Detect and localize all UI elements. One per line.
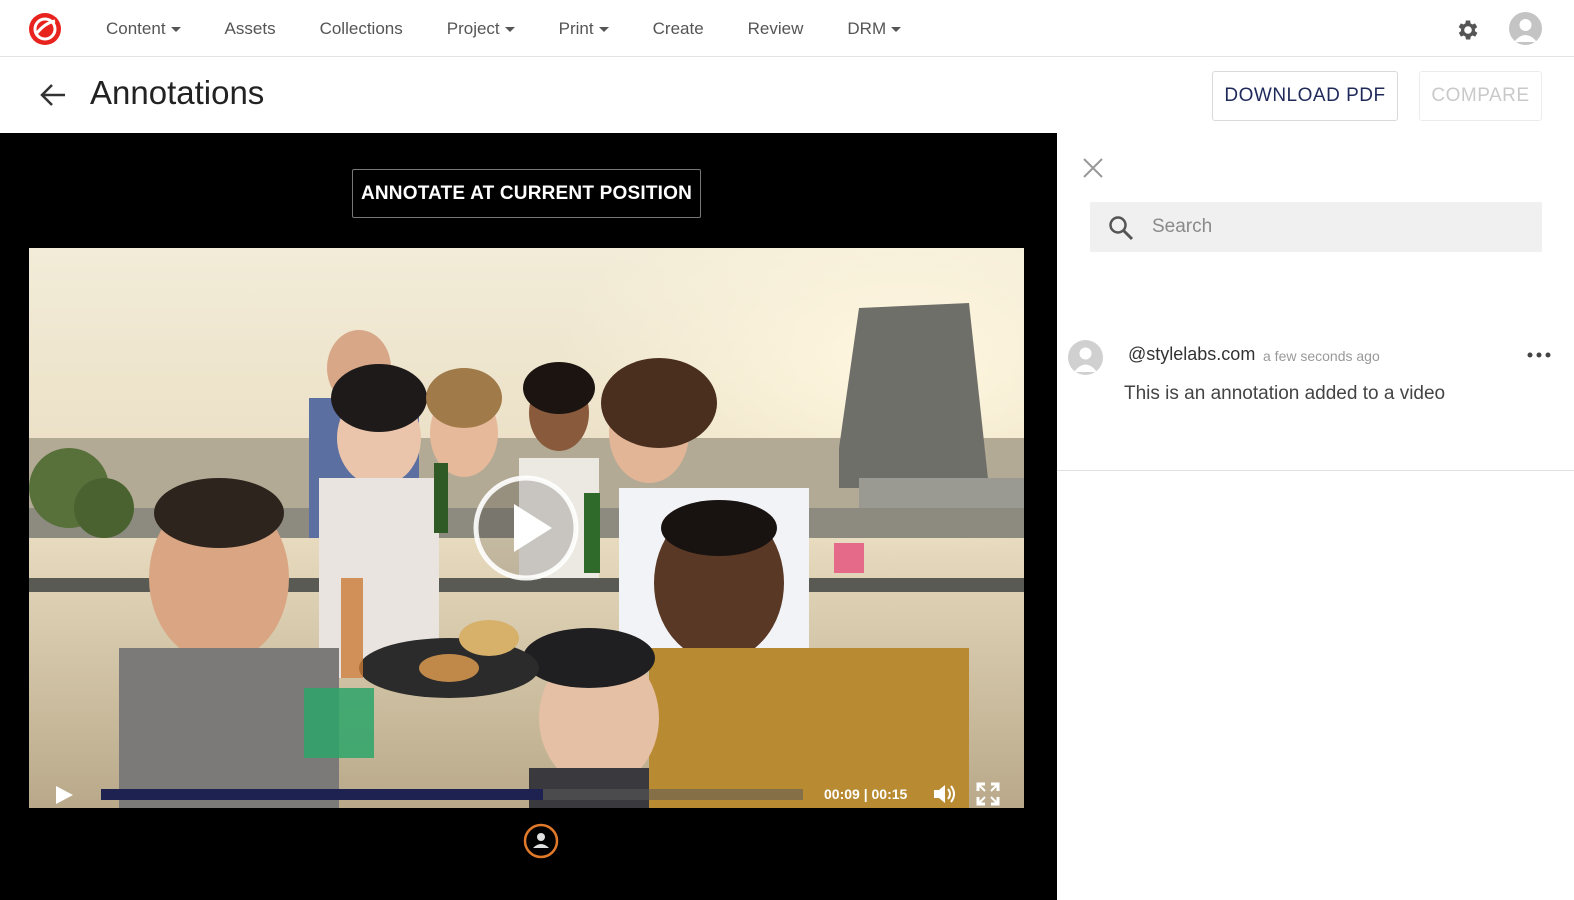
video-stage: ANNOTATE AT CURRENT POSITION 00:09 | 00:… bbox=[0, 133, 1057, 900]
user-avatar-icon[interactable] bbox=[1509, 12, 1542, 45]
nav-item-collections[interactable]: Collections bbox=[320, 19, 403, 39]
fullscreen-icon[interactable] bbox=[976, 782, 1000, 806]
close-icon[interactable] bbox=[1082, 157, 1104, 179]
search-box bbox=[1090, 202, 1542, 252]
page-header: Annotations DOWNLOAD PDF COMPARE bbox=[0, 57, 1574, 133]
nav-item-label: Create bbox=[652, 18, 704, 38]
nav-item-drm[interactable]: DRM bbox=[847, 18, 902, 39]
time-display: 00:09 | 00:15 bbox=[824, 786, 908, 802]
comment-author[interactable]: @stylelabs.com bbox=[1128, 344, 1255, 365]
play-overlay-icon[interactable] bbox=[472, 474, 580, 582]
nav-item-label: Collections bbox=[319, 18, 403, 38]
main-menu: Content Assets Collections Project Print Crea… bbox=[84, 0, 923, 57]
brand-logo-icon[interactable] bbox=[28, 12, 62, 46]
annotate-at-current-position-button[interactable]: ANNOTATE AT CURRENT POSITION bbox=[352, 169, 701, 218]
progress-bar[interactable] bbox=[101, 789, 803, 800]
download-pdf-button[interactable]: DOWNLOAD PDF bbox=[1212, 71, 1398, 121]
nav-item-review[interactable]: Review bbox=[748, 19, 804, 39]
comment-timestamp: a few seconds ago bbox=[1263, 348, 1380, 364]
comment-text: This is an annotation added to a video bbox=[1124, 383, 1446, 404]
annotation-marker-icon[interactable] bbox=[523, 823, 559, 859]
nav-item-label: Review bbox=[747, 18, 804, 38]
nav-item-label: Content bbox=[106, 18, 166, 38]
progress-fill bbox=[101, 789, 544, 800]
annotations-panel: @stylelabs.com a few seconds ago This is… bbox=[1057, 133, 1574, 900]
nav-item-assets[interactable]: Assets bbox=[225, 19, 276, 39]
video-player[interactable]: 00:09 | 00:15 bbox=[29, 248, 1024, 808]
caret-down-icon bbox=[170, 27, 181, 32]
nav-item-label: DRM bbox=[847, 18, 887, 38]
nav-item-create[interactable]: Create bbox=[653, 19, 704, 39]
nav-item-project[interactable]: Project bbox=[447, 19, 515, 39]
video-controls: 00:09 | 00:15 bbox=[29, 778, 1024, 808]
caret-down-icon bbox=[598, 27, 609, 32]
back-arrow-icon[interactable] bbox=[38, 81, 68, 109]
nav-item-content[interactable]: Content bbox=[106, 19, 181, 39]
nav-item-label: Print bbox=[558, 18, 594, 38]
comment-avatar bbox=[1068, 340, 1103, 375]
gear-icon[interactable] bbox=[1455, 17, 1481, 43]
top-navigation-bar: Content Assets Collections Project Print Crea… bbox=[0, 0, 1574, 57]
nav-item-label: Assets bbox=[224, 18, 276, 38]
divider bbox=[1057, 470, 1574, 471]
nav-item-print[interactable]: Print bbox=[559, 19, 609, 39]
page-title: Annotations bbox=[90, 74, 265, 111]
nav-item-label: Project bbox=[446, 18, 500, 38]
compare-button[interactable]: COMPARE bbox=[1419, 71, 1542, 121]
more-options-icon[interactable] bbox=[1526, 345, 1552, 365]
play-icon[interactable] bbox=[53, 784, 75, 806]
caret-down-icon bbox=[504, 27, 515, 32]
volume-icon[interactable] bbox=[932, 782, 958, 806]
caret-down-icon bbox=[891, 27, 902, 32]
search-icon bbox=[1109, 216, 1134, 241]
search-input[interactable] bbox=[1152, 202, 1532, 252]
